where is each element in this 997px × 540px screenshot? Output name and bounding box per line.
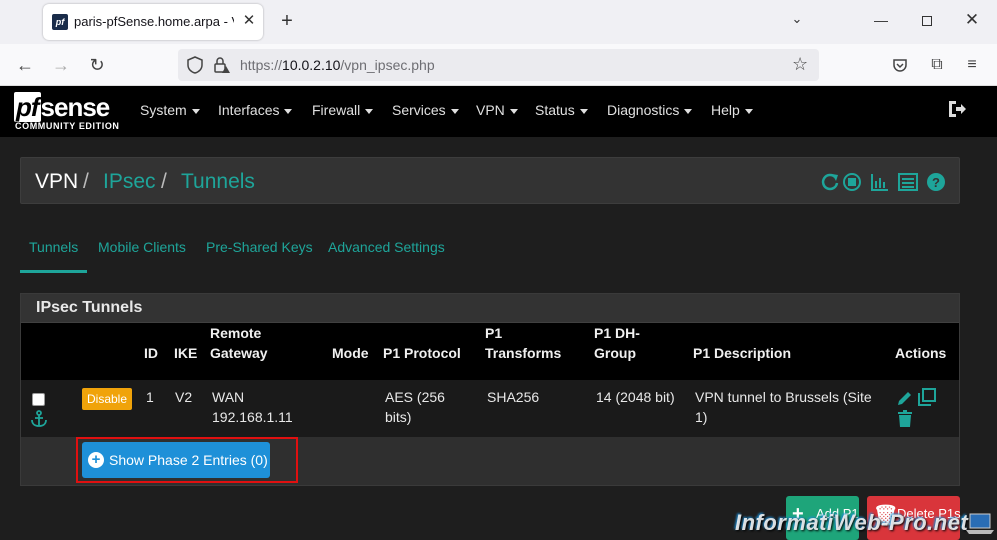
- pfsense-logo[interactable]: pfsense COMMUNITY EDITION: [14, 92, 124, 132]
- column-p1-transforms-line2: Transforms: [485, 345, 562, 361]
- logs-list-icon[interactable]: [898, 172, 918, 192]
- bookmark-star-icon[interactable]: ☆: [792, 54, 808, 75]
- row-gateway-interface: WAN: [212, 389, 245, 405]
- edit-pencil-icon[interactable]: [896, 389, 914, 407]
- menu-status[interactable]: Status: [535, 102, 588, 118]
- ipsec-tunnels-panel: IPsec Tunnels ID IKE Remote Gateway Mode…: [20, 293, 960, 486]
- tab-mobile-clients[interactable]: Mobile Clients: [98, 237, 186, 273]
- breadcrumb: VPN / IPsec / Tunnels ?: [20, 157, 960, 204]
- minimize-icon[interactable]: —: [871, 12, 891, 32]
- extensions-icon[interactable]: ⧉: [926, 54, 948, 76]
- table-row: Disable 1 V2 WAN 192.168.1.11 AES (256 b…: [21, 380, 959, 437]
- panel-heading: IPsec Tunnels: [21, 294, 959, 323]
- column-actions: Actions: [895, 345, 947, 361]
- row-p1-transforms: SHA256: [487, 389, 540, 405]
- tab-tunnels[interactable]: Tunnels: [20, 237, 88, 273]
- svg-text:?: ?: [932, 175, 940, 190]
- status-chart-icon[interactable]: [870, 172, 890, 192]
- reload-icon[interactable]: ↻: [86, 54, 108, 76]
- breadcrumb-tunnels[interactable]: Tunnels: [181, 170, 255, 194]
- back-icon[interactable]: ←: [14, 54, 36, 76]
- menu-help[interactable]: Help: [711, 102, 753, 118]
- hamburger-menu-icon[interactable]: ≡: [961, 54, 983, 76]
- main-content: VPN / IPsec / Tunnels ? Tunnels Mobile C…: [0, 137, 997, 540]
- column-p1-transforms-line1: P1: [485, 325, 503, 341]
- tab-pre-shared-keys[interactable]: Pre-Shared Keys: [206, 237, 313, 273]
- copy-icon[interactable]: [918, 388, 936, 406]
- row-ike: V2: [175, 389, 193, 405]
- forward-icon[interactable]: →: [50, 54, 72, 76]
- row-id: 1: [146, 389, 154, 405]
- browser-tab[interactable]: pf paris-pfSense.home.arpa - VPN: IPsec:…: [43, 4, 263, 40]
- window-close-icon[interactable]: ✕: [962, 10, 982, 30]
- row-gateway-ip: 192.168.1.11: [212, 409, 293, 425]
- column-p1-description: P1 Description: [693, 345, 792, 361]
- url-text: https://10.0.2.10/vpn_ipsec.php: [240, 57, 435, 73]
- column-p1-protocol: P1 Protocol: [383, 345, 461, 361]
- address-bar[interactable]: https://10.0.2.10/vpn_ipsec.php ☆: [178, 49, 819, 81]
- pfsense-favicon-icon: pf: [52, 14, 68, 30]
- laptop-logo-icon: [966, 513, 994, 534]
- column-id: ID: [144, 345, 158, 361]
- browser-tab-title: paris-pfSense.home.arpa - VPN: IPsec: Tu…: [74, 14, 234, 29]
- lock-warning-icon[interactable]: [213, 56, 231, 74]
- column-remote-gateway-line1: Remote: [210, 325, 262, 341]
- tab-advanced-settings[interactable]: Advanced Settings: [328, 237, 445, 273]
- row-p1-description-line1: VPN tunnel to Brussels (Site: [695, 389, 872, 405]
- row-p1-protocol-line1: AES (256: [385, 389, 445, 405]
- new-tab-icon[interactable]: +: [276, 10, 298, 32]
- row-p1-protocol-line2: bits): [385, 409, 412, 425]
- column-remote-gateway-line2: Gateway: [210, 345, 268, 361]
- pfsense-header: pfsense COMMUNITY EDITION System Interfa…: [0, 86, 997, 137]
- plus-circle-icon: +: [88, 452, 104, 468]
- menu-interfaces[interactable]: Interfaces: [218, 102, 293, 118]
- anchor-icon[interactable]: [30, 410, 48, 428]
- show-phase2-entries-button[interactable]: + Show Phase 2 Entries (0): [82, 442, 270, 478]
- menu-firewall[interactable]: Firewall: [312, 102, 374, 118]
- row-select-checkbox[interactable]: [32, 393, 45, 406]
- table-header: ID IKE Remote Gateway Mode P1 Protocol P…: [21, 323, 959, 380]
- row-p1-description-line2: 1): [695, 409, 708, 425]
- browser-nav-bar: ← → ↻ https://10.0.2.10/vpn_ipsec.php ☆ …: [0, 44, 997, 86]
- close-tab-icon[interactable]: ✕: [239, 11, 259, 31]
- pocket-icon[interactable]: [889, 54, 911, 76]
- menu-vpn[interactable]: VPN: [476, 102, 518, 118]
- phase2-row: + Show Phase 2 Entries (0): [21, 437, 959, 485]
- column-mode: Mode: [332, 345, 369, 361]
- help-icon[interactable]: ?: [926, 172, 946, 192]
- chevron-down-icon[interactable]: ⌄: [787, 11, 807, 31]
- breadcrumb-separator: /: [161, 170, 167, 193]
- menu-system[interactable]: System: [140, 102, 200, 118]
- column-p1-dh-line2: Group: [594, 345, 636, 361]
- page-tabs: Tunnels Mobile Clients Pre-Shared Keys A…: [20, 237, 960, 274]
- trash-icon[interactable]: [896, 410, 914, 428]
- logout-icon[interactable]: [946, 98, 968, 120]
- menu-services[interactable]: Services: [392, 102, 459, 118]
- maximize-icon[interactable]: [917, 12, 937, 32]
- breadcrumb-vpn: VPN: [35, 170, 79, 193]
- shield-icon[interactable]: [187, 56, 203, 74]
- menu-diagnostics[interactable]: Diagnostics: [607, 102, 693, 118]
- restart-service-icon[interactable]: [820, 172, 840, 192]
- column-p1-dh-line1: P1 DH-: [594, 325, 640, 341]
- breadcrumb-separator: /: [83, 170, 89, 193]
- breadcrumb-ipsec[interactable]: IPsec: [103, 170, 156, 194]
- browser-tab-bar: pf paris-pfSense.home.arpa - VPN: IPsec:…: [0, 0, 997, 44]
- disable-button[interactable]: Disable: [82, 388, 132, 410]
- row-p1-dh-group: 14 (2048 bit): [596, 389, 675, 405]
- watermark-text: InformatiWeb-Pro.net: [735, 510, 969, 535]
- stop-service-icon[interactable]: [842, 172, 862, 192]
- column-ike: IKE: [174, 345, 198, 361]
